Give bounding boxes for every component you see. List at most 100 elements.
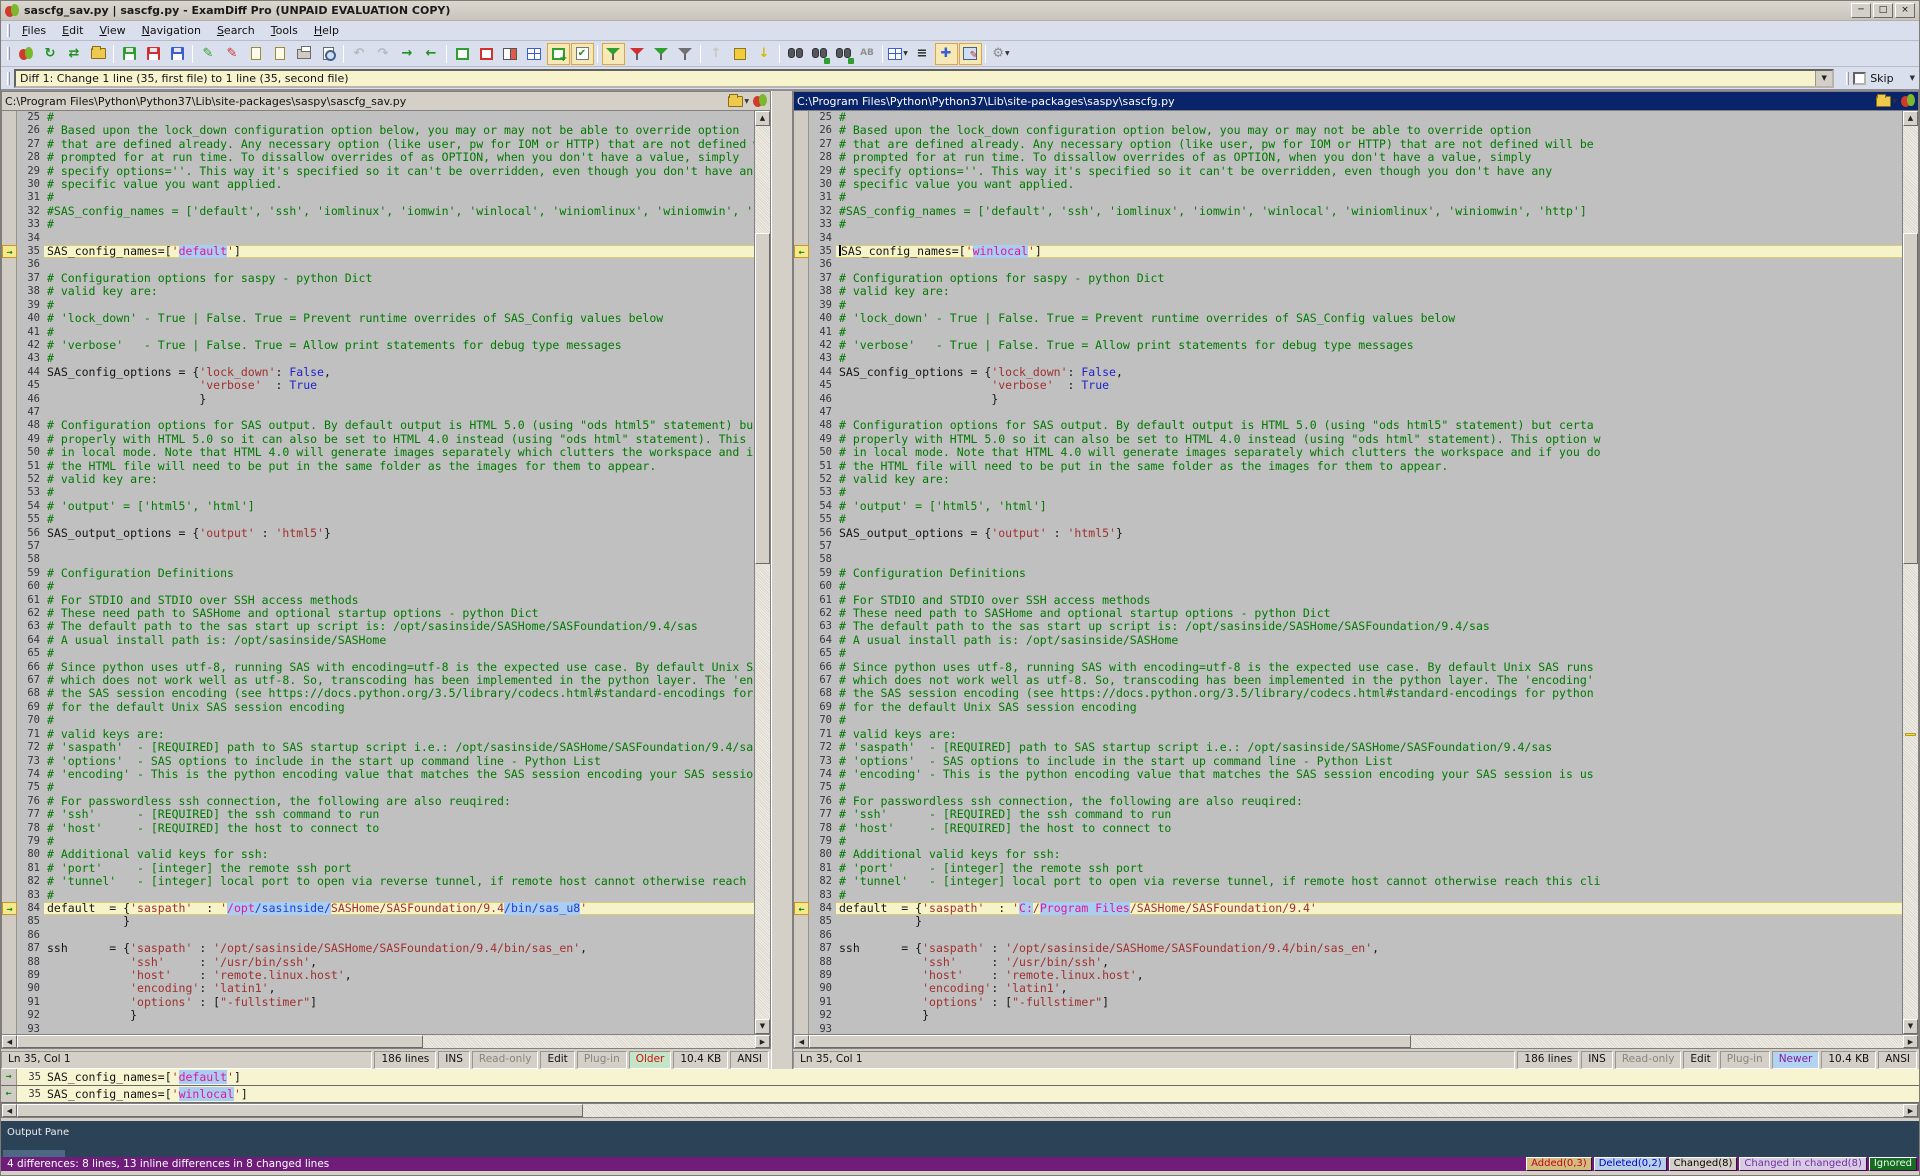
- split-view-icon[interactable]: [499, 43, 522, 65]
- code-line-58[interactable]: 58: [794, 553, 1902, 566]
- refresh-icon[interactable]: ↻: [39, 43, 62, 65]
- code-line-83[interactable]: 83#: [2, 889, 754, 902]
- code-line-56[interactable]: 56SAS_output_options = {'output' : 'html…: [2, 527, 754, 540]
- code-line-39[interactable]: 39#: [794, 299, 1902, 312]
- code-line-27[interactable]: 27# that are defined already. Any necess…: [2, 138, 754, 151]
- horizontal-scrollbar[interactable]: ◀▶: [793, 1035, 1919, 1049]
- menu-grip[interactable]: [7, 24, 10, 37]
- print-preview-icon[interactable]: [317, 43, 340, 65]
- diff-combo-dropdown-icon[interactable]: ▼: [1815, 71, 1832, 86]
- code-line-55[interactable]: 55#: [2, 513, 754, 526]
- show-first-pane-icon[interactable]: [451, 43, 474, 65]
- code-line-32[interactable]: 32#SAS_config_names = ['default', 'ssh',…: [794, 205, 1902, 218]
- code-line-73[interactable]: 73# 'options' - SAS options to include i…: [794, 755, 1902, 768]
- show-deleted-filter-icon[interactable]: [626, 43, 649, 65]
- scroll-right-icon[interactable]: ▶: [1903, 1035, 1918, 1048]
- code-line-58[interactable]: 58: [2, 553, 754, 566]
- code-line-89[interactable]: 89 'host' : 'remote.linux.host',: [2, 969, 754, 982]
- edit-second-icon[interactable]: ✎: [221, 43, 244, 65]
- match-case-icon[interactable]: AB: [856, 43, 879, 65]
- code-line-59[interactable]: 59# Configuration Definitions: [2, 567, 754, 580]
- code-line-42[interactable]: 42# 'verbose' - True | False. True = All…: [794, 339, 1902, 352]
- code-line-31[interactable]: 31#: [794, 191, 1902, 204]
- save-second-icon[interactable]: [142, 43, 165, 65]
- code-line-61[interactable]: 61# For STDIO and STDIO over SSH access …: [2, 594, 754, 607]
- code-line-41[interactable]: 41#: [2, 326, 754, 339]
- code-line-70[interactable]: 70#: [2, 714, 754, 727]
- code-line-72[interactable]: 72# 'saspath' - [REQUIRED] path to SAS s…: [794, 741, 1902, 754]
- code-line-64[interactable]: 64# A usual install path is: /opt/sasins…: [794, 634, 1902, 647]
- badge-changed-in-changed-8-[interactable]: Changed in changed(8): [1739, 1157, 1866, 1171]
- previous-difference-icon[interactable]: ←: [420, 43, 443, 65]
- code-line-90[interactable]: 90 'encoding': 'latin1',: [2, 982, 754, 995]
- diff-detail-hscrollbar[interactable]: ◀ ▶: [1, 1103, 1919, 1118]
- show-changed-filter-icon[interactable]: [650, 43, 673, 65]
- code-line-71[interactable]: 71# valid keys are:: [794, 728, 1902, 741]
- code-line-37[interactable]: 37# Configuration options for saspy - py…: [2, 272, 754, 285]
- code-line-74[interactable]: 74# 'encoding' - This is the python enco…: [794, 768, 1902, 781]
- code-line-69[interactable]: 69# for the default Unix SAS session enc…: [794, 701, 1902, 714]
- code-line-25[interactable]: 25#: [2, 111, 754, 124]
- code-line-47[interactable]: 47: [2, 406, 754, 419]
- code-line-82[interactable]: 82# 'tunnel' - [integer] local port to o…: [2, 875, 754, 888]
- code-line-49[interactable]: 49# properly with HTML 5.0 so it can als…: [2, 433, 754, 446]
- current-block-icon[interactable]: [729, 43, 752, 65]
- file-path-bar[interactable]: C:\Program Files\Python\Python37\Lib\sit…: [793, 91, 1919, 111]
- recompare-icon[interactable]: [753, 94, 767, 108]
- skip-checkbox[interactable]: [1853, 72, 1866, 85]
- copy-block-second-icon[interactable]: [269, 43, 292, 65]
- code-line-88[interactable]: 88 'ssh' : '/usr/bin/ssh',: [794, 956, 1902, 969]
- code-line-53[interactable]: 53#: [794, 486, 1902, 499]
- search-filter-icon[interactable]: [674, 43, 697, 65]
- code-line-89[interactable]: 89 'host' : 'remote.linux.host',: [794, 969, 1902, 982]
- code-line-91[interactable]: 91 'options' : ["-fullstimer"]: [2, 996, 754, 1009]
- diffbar-grip[interactable]: [7, 72, 10, 85]
- minimize-button[interactable]: ─: [1851, 3, 1871, 18]
- scroll-up-icon[interactable]: ▲: [755, 111, 770, 126]
- edit-mode-icon[interactable]: ✎: [959, 43, 982, 65]
- code-line-31[interactable]: 31#: [2, 191, 754, 204]
- code-line-87[interactable]: 87ssh = {'saspath' : '/opt/sasinside/SAS…: [2, 942, 754, 955]
- recompare-icon[interactable]: [1901, 94, 1915, 108]
- menu-navigation[interactable]: Navigation: [134, 22, 209, 39]
- toolbar-overflow-icon[interactable]: ▼: [1910, 74, 1915, 82]
- code-line-65[interactable]: 65#: [2, 647, 754, 660]
- code-line-47[interactable]: 47: [794, 406, 1902, 419]
- code-line-67[interactable]: 67# which does not work well as utf-8. S…: [794, 674, 1902, 687]
- diff-detail-row[interactable]: →35SAS_config_names=['default']: [1, 1069, 1919, 1086]
- code-line-85[interactable]: 85 }: [2, 915, 754, 928]
- code-line-68[interactable]: 68# the SAS session encoding (see https:…: [794, 687, 1902, 700]
- layout-icon[interactable]: ▼: [887, 43, 910, 65]
- code-line-43[interactable]: 43#: [2, 352, 754, 365]
- code-line-29[interactable]: 29# specify options=''. This way it's sp…: [794, 165, 1902, 178]
- code-line-53[interactable]: 53#: [2, 486, 754, 499]
- code-line-85[interactable]: 85 }: [794, 915, 1902, 928]
- scroll-right-icon[interactable]: ▶: [755, 1035, 770, 1048]
- code-line-25[interactable]: 25#: [794, 111, 1902, 124]
- code-line-64[interactable]: 64# A usual install path is: /opt/sasins…: [2, 634, 754, 647]
- code-line-42[interactable]: 42# 'verbose' - True | False. True = All…: [2, 339, 754, 352]
- code-line-60[interactable]: 60#: [2, 580, 754, 593]
- code-line-37[interactable]: 37# Configuration options for saspy - py…: [794, 272, 1902, 285]
- previous-block-icon[interactable]: ↑: [705, 43, 728, 65]
- code-line-90[interactable]: 90 'encoding': 'latin1',: [794, 982, 1902, 995]
- file-path-bar[interactable]: C:\Program Files\Python\Python37\Lib\sit…: [1, 91, 771, 111]
- edit-first-icon[interactable]: ✎: [197, 43, 220, 65]
- next-difference-icon[interactable]: →: [396, 43, 419, 65]
- pane-splitter[interactable]: [771, 91, 793, 1069]
- code-line-30[interactable]: 30# specific value you want applied.: [2, 178, 754, 191]
- code-line-80[interactable]: 80# Additional valid keys for ssh:: [2, 848, 754, 861]
- code-line-92[interactable]: 92 }: [2, 1009, 754, 1022]
- save-all-icon[interactable]: [166, 43, 189, 65]
- code-line-40[interactable]: 40# 'lock_down' - True | False. True = P…: [2, 312, 754, 325]
- code-line-30[interactable]: 30# specific value you want applied.: [794, 178, 1902, 191]
- code-line-45[interactable]: 45 'verbose' : True: [2, 379, 754, 392]
- code-line-51[interactable]: 51# the HTML file will need to be put in…: [2, 460, 754, 473]
- code-line-45[interactable]: 45 'verbose' : True: [794, 379, 1902, 392]
- code-line-75[interactable]: 75#: [2, 781, 754, 794]
- code-line-57[interactable]: 57: [794, 540, 1902, 553]
- open-file-icon[interactable]: ▼: [1876, 96, 1897, 107]
- code-line-38[interactable]: 38# valid key are:: [2, 285, 754, 298]
- scroll-left-icon[interactable]: ◀: [794, 1035, 809, 1048]
- scroll-left-icon[interactable]: ◀: [2, 1035, 17, 1048]
